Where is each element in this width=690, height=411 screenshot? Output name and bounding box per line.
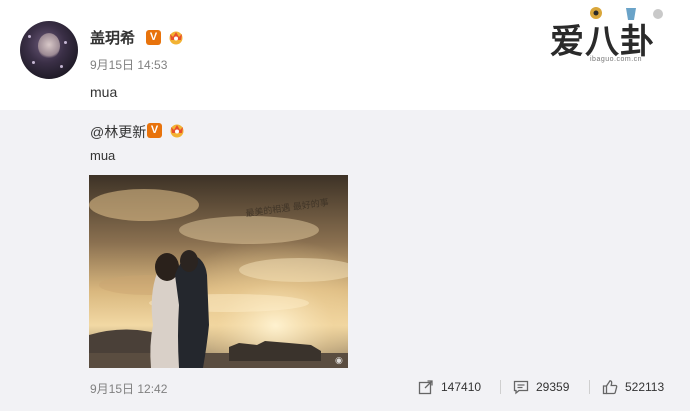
- weibo-watermark-icon: ◉: [335, 356, 343, 366]
- post-photo[interactable]: 最美的相遇 最好的事 ◉: [89, 175, 348, 368]
- post-timestamp[interactable]: 9月15日 14:53: [90, 56, 167, 73]
- original-text: mua: [90, 148, 116, 163]
- verified-icon: V: [147, 123, 162, 138]
- forward-icon: [418, 380, 433, 395]
- sunset-couple-image: 最美的相遇 最好的事 ◉: [89, 175, 348, 368]
- original-timestamp[interactable]: 9月15日 12:42: [90, 380, 167, 397]
- forward-button[interactable]: 147410: [418, 378, 481, 396]
- comment-icon: [513, 380, 529, 395]
- avatar-sparkle: [32, 61, 35, 64]
- comment-count: 29359: [536, 380, 570, 394]
- comment-button[interactable]: 29359: [513, 378, 569, 396]
- logo-url: ibaguo.com.cn: [590, 56, 643, 63]
- avatar-sparkle: [28, 35, 31, 38]
- like-count: 522113: [625, 380, 665, 394]
- action-divider: [589, 380, 590, 394]
- original-author[interactable]: @林更新: [90, 122, 146, 142]
- forward-count: 147410: [441, 380, 482, 394]
- username[interactable]: 盖玥希: [90, 27, 135, 48]
- verified-icon: V: [146, 30, 161, 45]
- crown-icon: [169, 31, 183, 45]
- avatar-sparkle: [60, 65, 63, 68]
- like-button[interactable]: 522113: [602, 378, 664, 396]
- like-icon: [602, 380, 618, 395]
- post-text: mua: [90, 84, 118, 100]
- site-watermark-logo: 爱八卦 ibaguo.com.cn: [548, 4, 688, 66]
- repost-panel: @林更新 V mua 最美的相遇 最好的事 ◉ 9月15日 12:42 1474…: [0, 110, 690, 411]
- avatar-sparkle: [64, 41, 67, 44]
- action-divider: [500, 380, 501, 394]
- post-header: 盖玥希 V 9月15日 14:53 mua 爱八卦 ibaguo.com.cn: [0, 0, 690, 110]
- avatar-face: [38, 33, 60, 59]
- crown-icon: [170, 124, 184, 138]
- avatar[interactable]: [20, 21, 78, 79]
